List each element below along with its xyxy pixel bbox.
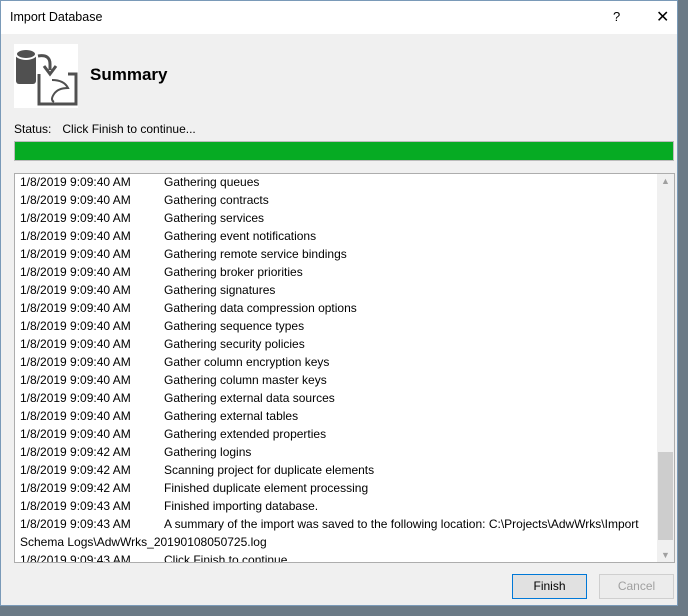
log-timestamp: 1/8/2019 9:09:40 AM <box>20 319 131 333</box>
log-row: 1/8/2019 9:09:43 AM Finished importing da… <box>20 497 652 515</box>
log-message: Click Finish to continue... <box>164 553 298 563</box>
log-row: 1/8/2019 9:09:42 AM Gathering logins <box>20 443 652 461</box>
window-title: Import Database <box>10 10 103 24</box>
log-row: 1/8/2019 9:09:40 AM Gathering remote serv… <box>20 245 652 263</box>
log-message: Gathering services <box>164 211 265 225</box>
scroll-down-icon[interactable]: ▼ <box>657 550 674 560</box>
log-timestamp: 1/8/2019 9:09:40 AM <box>20 337 131 351</box>
log-message: Gathering extended properties <box>164 427 327 441</box>
scroll-up-icon[interactable]: ▲ <box>657 176 674 186</box>
log-timestamp: 1/8/2019 9:09:43 AM <box>20 553 131 563</box>
log-row: 1/8/2019 9:09:40 AM Gathering data compre… <box>20 299 652 317</box>
log-row: 1/8/2019 9:09:40 AM Gathering column mast… <box>20 371 652 389</box>
log-row: 1/8/2019 9:09:43 AM A summary of the impo… <box>20 515 652 551</box>
log-timestamp: 1/8/2019 9:09:42 AM <box>20 481 131 495</box>
log-row: 1/8/2019 9:09:40 AM Gathering external ta… <box>20 407 652 425</box>
import-database-dialog: Import Database ? ✕ Summary Status: Click… <box>0 0 678 606</box>
log-row: 1/8/2019 9:09:40 AM Gathering sequence ty… <box>20 317 652 335</box>
log-row: 1/8/2019 9:09:40 AM Gathering services <box>20 209 652 227</box>
log-row: 1/8/2019 9:09:40 AM Gathering broker prio… <box>20 263 652 281</box>
status-label: Status: <box>14 122 52 136</box>
log-row: 1/8/2019 9:09:40 AM Gathering contracts <box>20 191 652 209</box>
database-import-icon <box>14 44 78 108</box>
log-message: Scanning project for duplicate elements <box>164 463 375 477</box>
status-line: Status: Click Finish to continue... <box>14 122 196 136</box>
status-value: Click Finish to continue... <box>62 122 196 136</box>
scrollbar-thumb[interactable] <box>658 452 673 540</box>
log-timestamp: 1/8/2019 9:09:40 AM <box>20 391 131 405</box>
progress-fill <box>15 142 673 160</box>
progress-bar <box>14 141 674 161</box>
log-timestamp: 1/8/2019 9:09:40 AM <box>20 211 131 225</box>
log-row: 1/8/2019 9:09:42 AM Scanning project for … <box>20 461 652 479</box>
log-message: Gathering external tables <box>164 409 299 423</box>
log-timestamp: 1/8/2019 9:09:40 AM <box>20 229 131 243</box>
log-message: Finished importing database. <box>164 499 319 513</box>
log-timestamp: 1/8/2019 9:09:42 AM <box>20 445 131 459</box>
log-timestamp: 1/8/2019 9:09:40 AM <box>20 265 131 279</box>
log-message: Gathering security policies <box>164 337 305 351</box>
log-row: 1/8/2019 9:09:40 AM Gathering security po… <box>20 335 652 353</box>
log-row: 1/8/2019 9:09:40 AM Gathering signatures <box>20 281 652 299</box>
log-row: 1/8/2019 9:09:40 AM Gathering queues <box>20 174 652 191</box>
log-timestamp: 1/8/2019 9:09:40 AM <box>20 247 131 261</box>
log-message: Gather column encryption keys <box>164 355 330 369</box>
log-timestamp: 1/8/2019 9:09:40 AM <box>20 175 131 189</box>
log-timestamp: 1/8/2019 9:09:40 AM <box>20 355 131 369</box>
log-message: Gathering external data sources <box>164 391 335 405</box>
log-message: Gathering signatures <box>164 283 276 297</box>
log-message: Gathering data compression options <box>164 301 357 315</box>
scrollbar[interactable]: ▲ ▼ <box>657 174 674 562</box>
log-row: 1/8/2019 9:09:42 AM Finished duplicate el… <box>20 479 652 497</box>
page-title: Summary <box>90 65 168 84</box>
log-message: Gathering event notifications <box>164 229 317 243</box>
log-timestamp: 1/8/2019 9:09:43 AM <box>20 517 131 531</box>
log-timestamp: 1/8/2019 9:09:43 AM <box>20 499 131 513</box>
title-bar: Import Database ? ✕ <box>1 1 677 34</box>
log-timestamp: 1/8/2019 9:09:42 AM <box>20 463 131 477</box>
finish-button[interactable]: Finish <box>512 574 587 599</box>
log-message: Gathering broker priorities <box>164 265 303 279</box>
log-message: Gathering sequence types <box>164 319 305 333</box>
help-button[interactable]: ? <box>613 9 620 24</box>
log-timestamp: 1/8/2019 9:09:40 AM <box>20 193 131 207</box>
log-row: 1/8/2019 9:09:43 AM Click Finish to conti… <box>20 551 652 563</box>
log-row: 1/8/2019 9:09:40 AM Gathering event notif… <box>20 227 652 245</box>
log-timestamp: 1/8/2019 9:09:40 AM <box>20 373 131 387</box>
log-row: 1/8/2019 9:09:40 AM Gathering external da… <box>20 389 652 407</box>
log-timestamp: 1/8/2019 9:09:40 AM <box>20 409 131 423</box>
close-button[interactable]: ✕ <box>656 7 669 27</box>
log-message: Gathering queues <box>164 175 260 189</box>
log-row: 1/8/2019 9:09:40 AM Gather column encrypt… <box>20 353 652 371</box>
log-row: 1/8/2019 9:09:40 AM Gathering extended pr… <box>20 425 652 443</box>
log-timestamp: 1/8/2019 9:09:40 AM <box>20 427 131 441</box>
log-message: Gathering remote service bindings <box>164 247 347 261</box>
log-message: Gathering logins <box>164 445 252 459</box>
log-message: Gathering column master keys <box>164 373 327 387</box>
log-message: Finished duplicate element processing <box>164 481 369 495</box>
cancel-button[interactable]: Cancel <box>599 574 674 599</box>
log-message: Gathering contracts <box>164 193 269 207</box>
log-timestamp: 1/8/2019 9:09:40 AM <box>20 283 131 297</box>
log-timestamp: 1/8/2019 9:09:40 AM <box>20 301 131 315</box>
log-list: 1/8/2019 9:09:40 AM Gathering queues 1/8/2… <box>14 173 675 563</box>
